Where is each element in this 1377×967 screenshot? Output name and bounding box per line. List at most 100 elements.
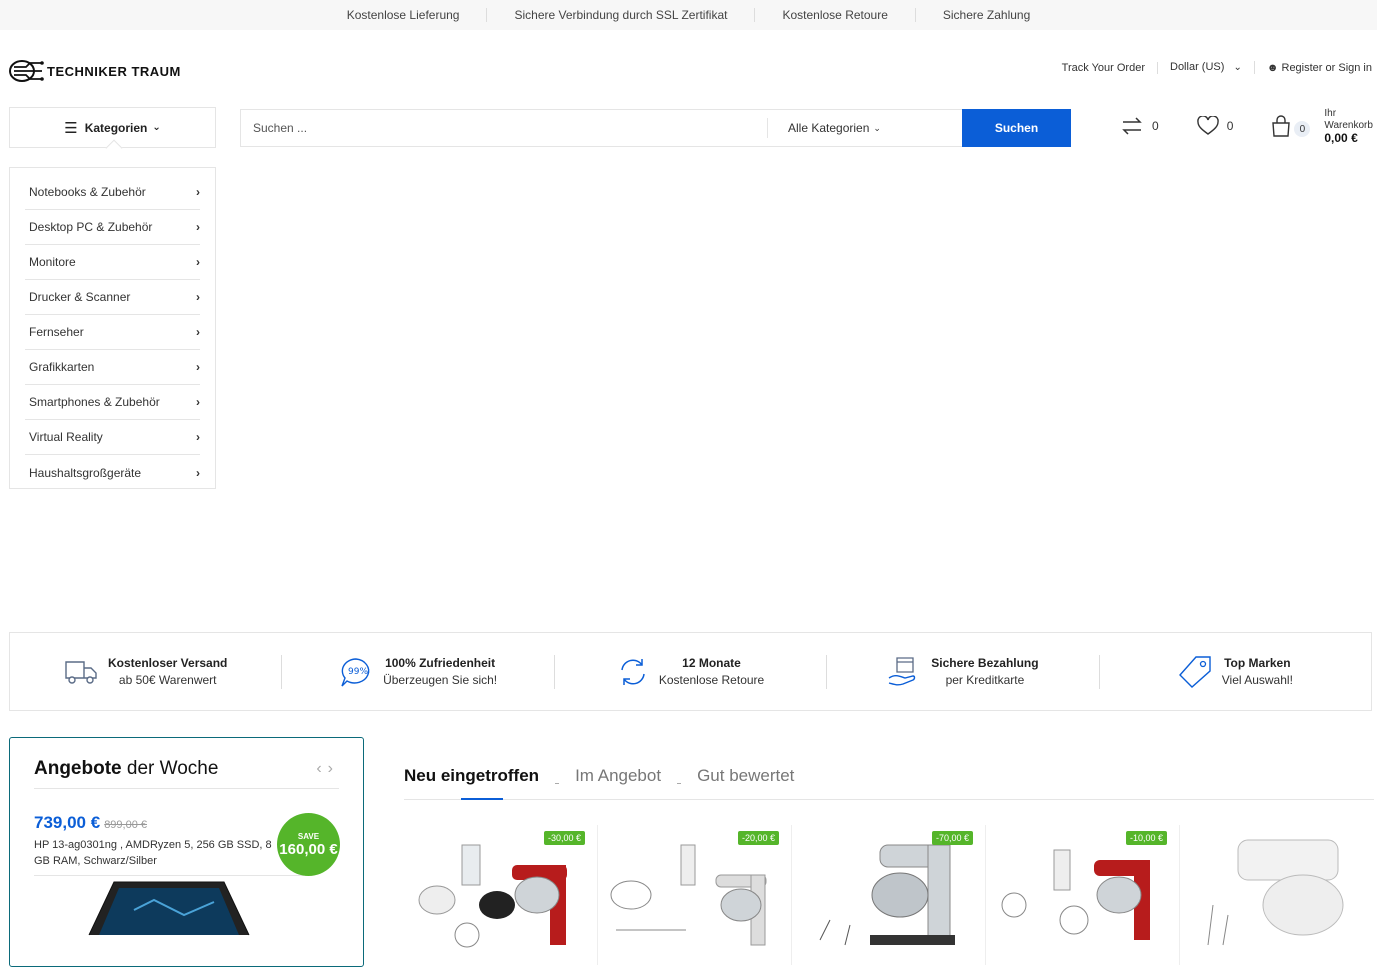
cart-summary: Ihr Warenkorb 0,00 € <box>1324 108 1373 144</box>
chevron-right-icon: › <box>196 290 200 304</box>
satisfaction-icon: 99% <box>341 657 370 686</box>
category-label: Smartphones & Zubehör <box>29 395 160 409</box>
deals-title-bold: Angebote <box>34 758 122 779</box>
chevron-down-icon: ⌄ <box>1233 62 1242 73</box>
product-grid: -30,00 € -20,00 € -70,00 € -10,00 € <box>404 825 1374 965</box>
category-item[interactable]: Haushaltsgroßgeräte › <box>25 455 200 490</box>
kitchen-machine-image <box>1207 839 1344 946</box>
category-item[interactable]: Monitore › <box>25 245 200 280</box>
feature-item: 12 Monate Kostenlose Retoure <box>555 654 828 689</box>
save-label: SAVE <box>297 831 320 841</box>
category-item[interactable]: Grafikkarten › <box>25 350 200 385</box>
category-label: Haushaltsgroßgeräte <box>29 465 142 480</box>
chevron-right-icon: › <box>196 395 200 409</box>
hamburger-icon: ☰ <box>64 119 78 137</box>
menu-pointer <box>105 139 123 157</box>
heart-icon <box>1196 116 1219 135</box>
feature-subtitle: Viel Auswahl! <box>1221 672 1293 687</box>
feature-subtitle: Kostenlose Retoure <box>658 672 765 687</box>
chevron-right-icon: › <box>196 185 200 199</box>
header-links: Track Your Order Dollar (US) ⌄ ☻ Registe… <box>1050 61 1372 74</box>
cart-button[interactable]: 0 Ihr Warenkorb 0,00 € <box>1271 108 1373 144</box>
feature-subtitle: Überzeugen Sie sich! <box>383 672 498 687</box>
product-card[interactable]: -30,00 € <box>404 825 598 965</box>
chevron-right-icon: › <box>196 360 200 374</box>
chevron-down-icon: ⌄ <box>873 122 881 133</box>
site-logo[interactable]: TECHNIKER TRAUM <box>8 58 181 84</box>
divider <box>34 875 304 876</box>
deals-title: Angebote der Woche <box>34 758 218 780</box>
chevron-right-icon: › <box>196 430 200 444</box>
compare-icon <box>1122 117 1142 135</box>
product-card[interactable]: -10,00 € <box>986 825 1180 965</box>
kitchen-machine-image <box>819 844 955 946</box>
chevron-down-icon: ⌄ <box>152 122 161 133</box>
cart-count-badge: 0 <box>1294 121 1311 137</box>
active-tab-underline <box>461 798 503 800</box>
feature-item: 99% 100% Zufriedenheit Überzeugen Sie sic… <box>282 654 555 689</box>
feature-title: Kostenloser Versand <box>108 655 228 670</box>
feature-title: 12 Monate <box>682 655 741 670</box>
cart-label: Ihr <box>1324 108 1337 119</box>
cart-label: Warenkorb <box>1324 120 1373 131</box>
product-card[interactable]: -70,00 € <box>792 825 986 965</box>
category-label: Fernseher <box>29 325 84 339</box>
category-item[interactable]: Smartphones & Zubehör › <box>25 385 200 420</box>
truck-icon <box>65 660 97 684</box>
category-item[interactable]: Notebooks & Zubehör › <box>25 175 200 210</box>
wishlist-count: 0 <box>1226 119 1234 133</box>
save-badge: SAVE 160,00 € <box>277 813 340 876</box>
deal-product-name[interactable]: HP 13-ag0301ng , AMDRyzen 5, 256 GB SSD,… <box>34 837 279 869</box>
account-link[interactable]: ☻ Register or Sign in <box>1255 62 1372 74</box>
chevron-right-icon: › <box>196 220 200 234</box>
search-category-select[interactable]: Alle Kategorien ⌄ <box>767 118 962 138</box>
category-label: Grafikkarten <box>29 360 95 374</box>
search-input[interactable] <box>241 110 767 146</box>
category-label: Desktop PC & Zubehör <box>29 220 153 234</box>
top-info-bar: Kostenlose Lieferung Sichere Verbindung … <box>0 0 1377 30</box>
deal-old-price: 899,00 € <box>104 819 148 831</box>
chevron-left-icon[interactable]: ‹ <box>316 760 327 777</box>
tab-on-sale[interactable]: Im Angebot <box>575 766 661 786</box>
tab-separator <box>677 783 682 784</box>
compare-button[interactable]: 0 <box>1120 115 1159 137</box>
features-bar: Kostenloser Versand ab 50€ Warenwert 99% … <box>9 632 1372 711</box>
tab-new-arrivals[interactable]: Neu eingetroffen <box>404 766 539 786</box>
category-menu: Notebooks & Zubehör › Desktop PC & Zubehö… <box>9 167 216 489</box>
category-label: Monitore <box>29 255 76 269</box>
topbar-item: Sichere Verbindung durch SSL Zertifikat <box>487 8 756 22</box>
wishlist-button[interactable]: 0 <box>1196 116 1234 136</box>
search-bar: Alle Kategorien⌄ Suchen <box>240 109 1071 147</box>
product-card[interactable] <box>1180 825 1374 965</box>
topbar-item: Sichere Zahlung <box>942 8 1031 22</box>
feature-title: Sichere Bezahlung <box>931 655 1039 670</box>
category-item[interactable]: Virtual Reality › <box>25 420 200 455</box>
feature-item: Sichere Bezahlung per Kreditkarte <box>827 654 1100 689</box>
search-button[interactable]: Suchen <box>962 109 1071 147</box>
kitchen-machine-image <box>610 844 767 946</box>
svg-text:99%: 99% <box>348 667 368 677</box>
tab-top-rated[interactable]: Gut bewertet <box>697 766 794 786</box>
currency-select[interactable]: Dollar (US) ⌄ <box>1158 61 1255 74</box>
kitchen-machine-image <box>1001 849 1150 940</box>
track-order-link[interactable]: Track Your Order <box>1050 61 1158 74</box>
category-label: Notebooks & Zubehör <box>29 185 146 199</box>
category-item[interactable]: Fernseher › <box>25 315 200 350</box>
laptop-image[interactable] <box>74 880 274 940</box>
feature-item: Kostenloser Versand ab 50€ Warenwert <box>10 654 283 689</box>
account-label: Register or Sign in <box>1281 61 1373 74</box>
discount-badge: -70,00 € <box>931 831 973 845</box>
category-item[interactable]: Drucker & Scanner › <box>25 280 200 315</box>
feature-title: Top Marken <box>1224 655 1291 670</box>
product-tabs: Neu eingetroffen Im Angebot Gut bewertet <box>404 752 1374 800</box>
save-amount: 160,00 € <box>279 840 338 858</box>
categories-button[interactable]: ☰ Kategorien ⌄ <box>9 107 216 157</box>
user-icon: ☻ <box>1266 61 1279 74</box>
category-item[interactable]: Desktop PC & Zubehör › <box>25 210 200 245</box>
category-label: Drucker & Scanner <box>29 290 131 304</box>
product-card[interactable]: -20,00 € <box>598 825 792 965</box>
search-category-label: Alle Kategorien <box>788 121 870 135</box>
chevron-right-icon: › <box>196 465 200 480</box>
chevron-right-icon[interactable]: › <box>328 760 339 777</box>
shopping-bag-icon <box>1272 115 1291 137</box>
